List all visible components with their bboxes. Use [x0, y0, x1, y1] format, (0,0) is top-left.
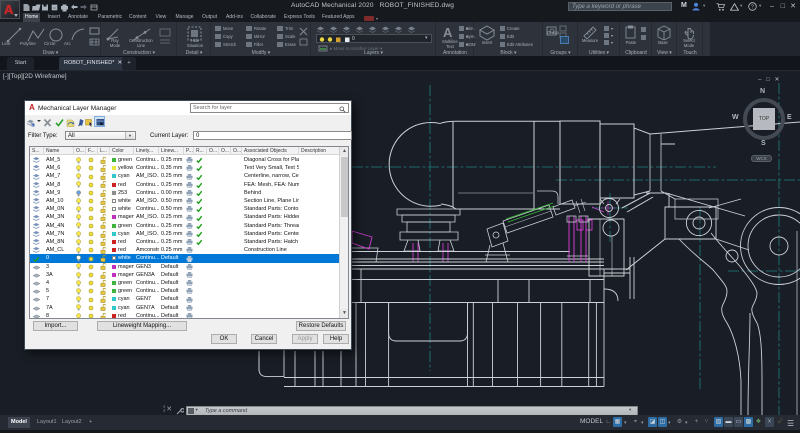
svg-text:?: ? — [751, 4, 754, 10]
